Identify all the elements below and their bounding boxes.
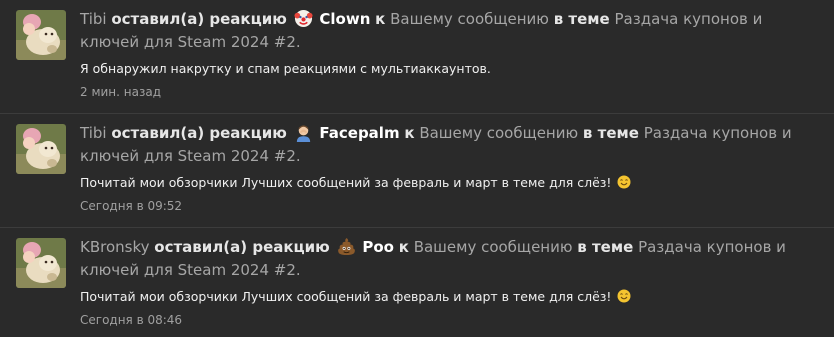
action-text: оставил(а) реакцию — [111, 10, 287, 28]
user-link[interactable]: KBronsky — [80, 238, 150, 256]
timestamp[interactable]: 2 мин. назад — [80, 84, 824, 100]
notification-list: Tibi оставил(а) реакцию Clown к Вашему с… — [0, 0, 834, 337]
notification-item[interactable]: KBronsky оставил(а) реакцию Poo к Вашему… — [0, 228, 834, 337]
notification-item[interactable]: Tibi оставил(а) реакцию Clown к Вашему с… — [0, 0, 834, 114]
pile-of-poo-icon — [337, 237, 356, 256]
in-thread-text: в теме — [553, 10, 610, 28]
target-link[interactable]: Вашему сообщению — [414, 238, 573, 256]
reaction-name: Poo — [362, 238, 394, 256]
excerpt-text: Я обнаружил накрутку и спам реакциями с … — [80, 61, 491, 76]
notification-headline: Tibi оставил(а) реакцию Clown к Вашему с… — [80, 8, 820, 54]
excerpt-text: Почитай мои обзорчики Лучших сообщений з… — [80, 289, 612, 304]
avatar[interactable] — [16, 10, 66, 60]
timestamp[interactable]: Сегодня в 08:46 — [80, 312, 824, 328]
message-excerpt: Почитай мои обзорчики Лучших сообщений з… — [80, 288, 824, 305]
avatar[interactable] — [16, 238, 66, 288]
preposition-text: к — [375, 10, 386, 28]
message-excerpt: Я обнаружил накрутку и спам реакциями с … — [80, 60, 824, 77]
action-text: оставил(а) реакцию — [111, 124, 287, 142]
user-link[interactable]: Tibi — [80, 124, 107, 142]
reaction-name: Clown — [319, 10, 371, 28]
smiling-face-icon — [617, 175, 631, 189]
excerpt-text: Почитай мои обзорчики Лучших сообщений з… — [80, 175, 612, 190]
reaction-name: Facepalm — [319, 124, 400, 142]
target-link[interactable]: Вашему сообщению — [419, 124, 578, 142]
notification-headline: Tibi оставил(а) реакцию Facepalm к Вашем… — [80, 122, 820, 168]
facepalm-icon — [294, 123, 313, 142]
notification-headline: KBronsky оставил(а) реакцию Poo к Вашему… — [80, 236, 820, 282]
message-excerpt: Почитай мои обзорчики Лучших сообщений з… — [80, 174, 824, 191]
preposition-text: к — [404, 124, 415, 142]
user-link[interactable]: Tibi — [80, 10, 107, 28]
avatar[interactable] — [16, 124, 66, 174]
timestamp[interactable]: Сегодня в 09:52 — [80, 198, 824, 214]
notification-item[interactable]: Tibi оставил(а) реакцию Facepalm к Вашем… — [0, 114, 834, 228]
in-thread-text: в теме — [577, 238, 634, 256]
preposition-text: к — [398, 238, 409, 256]
smiling-face-icon — [617, 289, 631, 303]
action-text: оставил(а) реакцию — [154, 238, 330, 256]
clown-face-icon — [294, 9, 313, 28]
in-thread-text: в теме — [582, 124, 639, 142]
target-link[interactable]: Вашему сообщению — [390, 10, 549, 28]
